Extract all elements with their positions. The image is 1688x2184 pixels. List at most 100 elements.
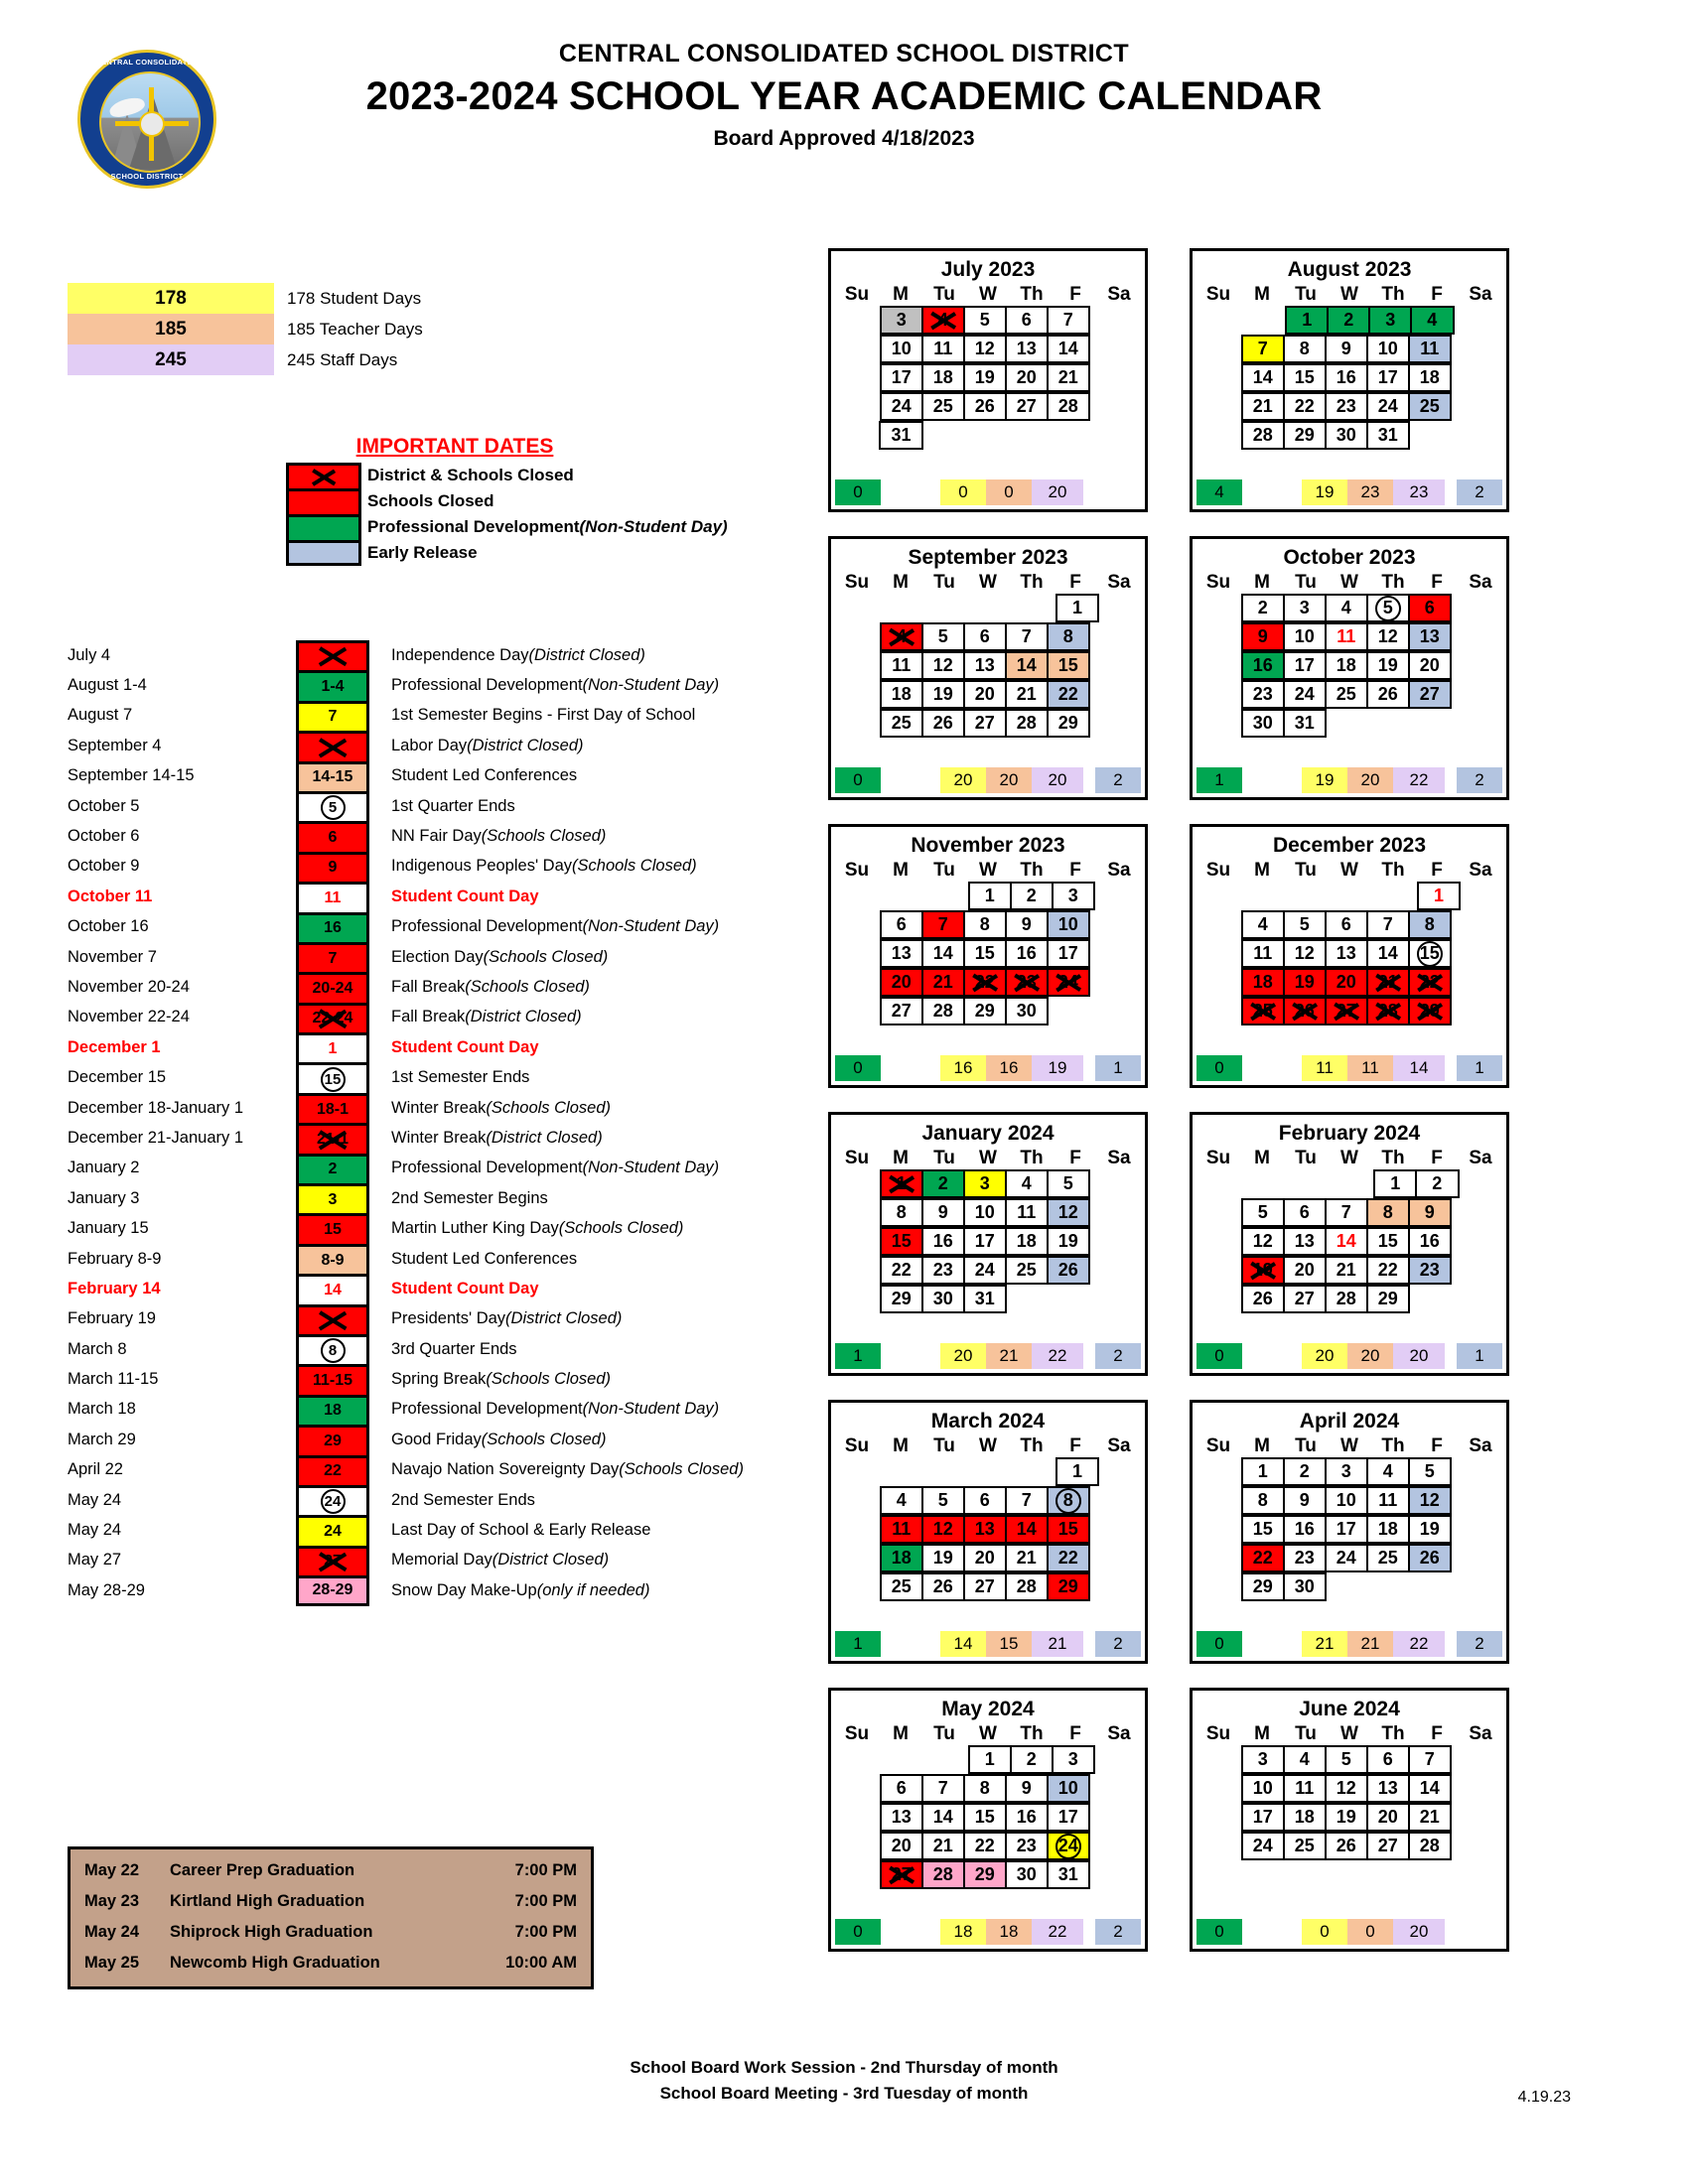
day-cell[interactable]: 1 [1416,882,1462,910]
day-cell[interactable]: 5 [1282,910,1327,939]
day-cell[interactable]: 19 [1407,1515,1452,1544]
day-cell[interactable]: 31 [1046,1860,1090,1889]
day-cell[interactable]: 15 [1365,1227,1410,1256]
day-cell[interactable]: 3 [1240,1745,1285,1774]
day-cell[interactable]: 30 [1240,709,1285,738]
day-cell[interactable]: 4 [1324,594,1368,622]
day-cell[interactable]: 6 [1282,1198,1327,1227]
day-cell[interactable]: 16 [1004,1803,1049,1832]
day-cell[interactable]: 21 [1324,1256,1368,1285]
day-cell[interactable]: 2 [1009,1745,1054,1774]
day-cell[interactable]: 9 [1240,622,1285,651]
day-cell[interactable]: 2 [1240,594,1285,622]
day-cell[interactable]: 6 [962,1486,1007,1515]
day-cell[interactable]: 28 [1365,997,1410,1025]
day-cell[interactable]: 6 [1004,306,1049,335]
day-cell[interactable]: 4 [879,622,923,651]
day-cell[interactable]: 16 [1407,1227,1452,1256]
day-cell[interactable]: 22 [879,1256,923,1285]
day-cell[interactable]: 30 [1324,421,1368,450]
day-cell[interactable]: 26 [920,709,965,738]
day-cell[interactable]: 15 [879,1227,923,1256]
day-cell[interactable]: 14 [1240,363,1285,392]
day-cell[interactable]: 10 [1282,622,1327,651]
day-cell[interactable]: 23 [1004,968,1049,997]
day-cell[interactable]: 10 [1240,1774,1285,1803]
day-cell[interactable]: 19 [962,363,1007,392]
day-cell[interactable]: 10 [962,1198,1007,1227]
day-cell[interactable]: 4 [1282,1745,1327,1774]
day-cell[interactable]: 24 [1240,1832,1285,1860]
day-cell[interactable]: 26 [1240,1285,1285,1313]
day-cell[interactable]: 3 [1368,306,1413,335]
day-cell[interactable]: 27 [962,709,1007,738]
day-cell[interactable]: 1 [1373,1169,1418,1198]
day-cell[interactable]: 7 [1004,1486,1049,1515]
day-cell[interactable]: 11 [920,335,965,363]
day-cell[interactable]: 11 [879,1515,923,1544]
day-cell[interactable]: 19 [1240,1256,1285,1285]
day-cell[interactable]: 27 [962,1572,1007,1601]
day-cell[interactable]: 1 [967,1745,1012,1774]
day-cell[interactable]: 29 [1407,997,1452,1025]
day-cell[interactable]: 14 [920,1803,965,1832]
day-cell[interactable]: 5 [962,306,1007,335]
day-cell[interactable]: 28 [1046,392,1090,421]
day-cell[interactable]: 25 [920,392,965,421]
day-cell[interactable]: 31 [1365,421,1410,450]
day-cell[interactable]: 29 [1282,421,1327,450]
day-cell[interactable]: 13 [962,651,1007,680]
day-cell[interactable]: 8 [879,1198,923,1227]
day-cell[interactable]: 27 [1365,1832,1410,1860]
day-cell[interactable]: 8 [1240,1486,1285,1515]
day-cell[interactable]: 17 [1365,363,1410,392]
day-cell[interactable]: 23 [1240,680,1285,709]
day-cell[interactable]: 2 [1415,1169,1460,1198]
day-cell[interactable]: 30 [1004,997,1049,1025]
day-cell[interactable]: 21 [1004,1544,1049,1572]
day-cell[interactable]: 9 [1004,1774,1049,1803]
day-cell[interactable]: 20 [1004,363,1049,392]
day-cell[interactable]: 16 [1240,651,1285,680]
day-cell[interactable]: 26 [1046,1256,1090,1285]
day-cell[interactable]: 25 [879,1572,923,1601]
day-cell[interactable]: 28 [1407,1832,1452,1860]
day-cell[interactable]: 14 [1004,1515,1049,1544]
day-cell[interactable]: 3 [1324,1457,1368,1486]
day-cell[interactable]: 25 [879,709,923,738]
day-cell[interactable]: 23 [920,1256,965,1285]
day-cell[interactable]: 21 [920,1832,965,1860]
day-cell[interactable]: 1 [1285,306,1330,335]
day-cell[interactable]: 22 [1407,968,1452,997]
day-cell[interactable]: 15 [962,1803,1007,1832]
day-cell[interactable]: 11 [1407,335,1452,363]
day-cell[interactable]: 25 [1407,392,1452,421]
day-cell[interactable]: 21 [1407,1803,1452,1832]
day-cell[interactable]: 10 [1046,910,1090,939]
day-cell[interactable]: 14 [920,939,965,968]
day-cell[interactable]: 4 [920,306,965,335]
day-cell[interactable]: 27 [1324,997,1368,1025]
day-cell[interactable]: 19 [1282,968,1327,997]
day-cell[interactable]: 27 [879,1860,923,1889]
day-cell[interactable]: 3 [879,306,923,335]
day-cell[interactable]: 11 [1324,622,1368,651]
day-cell[interactable]: 25 [1004,1256,1049,1285]
day-cell[interactable]: 23 [1407,1256,1452,1285]
day-cell[interactable]: 12 [1240,1227,1285,1256]
day-cell[interactable]: 19 [1046,1227,1090,1256]
day-cell[interactable]: 15 [1046,1515,1090,1544]
day-cell[interactable]: 24 [962,1256,1007,1285]
day-cell[interactable]: 6 [879,1774,923,1803]
day-cell[interactable]: 30 [1004,1860,1049,1889]
day-cell[interactable]: 28 [920,997,965,1025]
day-cell[interactable]: 13 [1004,335,1049,363]
day-cell[interactable]: 15 [1240,1515,1285,1544]
day-cell[interactable]: 17 [1240,1803,1285,1832]
day-cell[interactable]: 24 [1365,392,1410,421]
day-cell[interactable]: 27 [879,997,923,1025]
day-cell[interactable]: 18 [1324,651,1368,680]
day-cell[interactable]: 27 [1004,392,1049,421]
day-cell[interactable]: 1 [879,1169,923,1198]
day-cell[interactable]: 28 [1004,1572,1049,1601]
